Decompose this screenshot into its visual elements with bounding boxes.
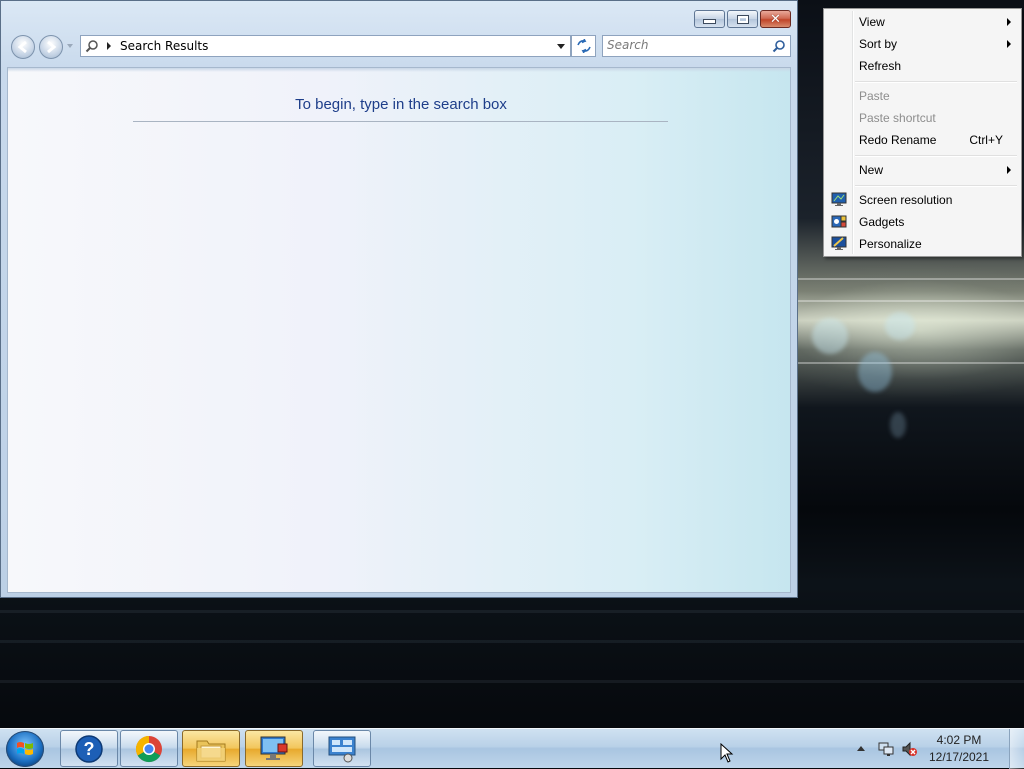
minimize-icon	[703, 19, 716, 24]
desktop-context-menu: View Sort by Refresh Paste Paste shortcu…	[823, 8, 1022, 257]
menu-separator	[855, 81, 1017, 83]
address-location[interactable]: Search Results	[120, 39, 208, 53]
wallpaper-streak	[790, 278, 1024, 280]
menu-item-gadgets[interactable]: Gadgets	[826, 211, 1019, 233]
menu-item-shortcut: Ctrl+Y	[969, 133, 1003, 147]
menu-item-label: Personalize	[859, 237, 922, 251]
search-input[interactable]	[607, 38, 767, 52]
submenu-arrow-icon	[1007, 166, 1011, 174]
wallpaper-band	[0, 640, 1024, 643]
explorer-window[interactable]: ✕ Search Results Search To begin, type i…	[0, 0, 798, 598]
menu-separator	[855, 155, 1017, 157]
svg-text:?: ?	[84, 739, 95, 759]
close-icon: ✕	[770, 11, 781, 27]
search-icon[interactable]	[772, 39, 786, 53]
maximize-icon	[736, 14, 749, 24]
wallpaper-streak	[790, 362, 1024, 364]
taskbar-google-chrome[interactable]	[120, 730, 178, 767]
menu-item-redo-rename[interactable]: Redo Rename Ctrl+Y	[826, 129, 1019, 151]
volume-muted-icon[interactable]	[901, 741, 917, 757]
menu-item-sort-by[interactable]: Sort by	[826, 33, 1019, 55]
wallpaper-bokeh	[812, 318, 848, 354]
search-hint: To begin, type in the search box	[295, 96, 507, 113]
close-button[interactable]: ✕	[760, 10, 791, 28]
title-bar[interactable]: ✕	[1, 1, 797, 33]
hint-divider	[133, 121, 668, 122]
menu-item-label: Refresh	[859, 59, 902, 73]
wallpaper-streak	[790, 300, 1024, 302]
search-results-icon	[85, 40, 98, 53]
taskbar-windows-explorer[interactable]	[182, 730, 240, 767]
wallpaper-bokeh	[858, 352, 892, 392]
address-history-dropdown[interactable]	[551, 36, 570, 56]
menu-item-view[interactable]: View	[826, 11, 1019, 33]
monitor-icon	[260, 736, 288, 760]
folder-icon	[196, 740, 226, 761]
clock-date: 12/17/2021	[928, 750, 990, 764]
system-clock[interactable]: 4:02 PM 12/17/2021	[926, 732, 992, 766]
gadgets-icon	[831, 215, 847, 228]
clock-time: 4:02 PM	[936, 733, 982, 747]
address-bar[interactable]: Search Results	[80, 35, 571, 57]
back-arrow-icon	[17, 40, 27, 54]
menu-item-paste-shortcut[interactable]: Paste shortcut	[826, 107, 1019, 129]
taskbar-remote-desktop[interactable]	[245, 730, 303, 767]
forward-arrow-icon	[47, 40, 57, 54]
menu-item-screen-resolution[interactable]: Screen resolution	[826, 189, 1019, 211]
taskbar-help-and-support[interactable]: ?	[60, 730, 118, 767]
personalize-icon	[831, 236, 847, 250]
menu-item-refresh[interactable]: Refresh	[826, 55, 1019, 77]
wallpaper-band	[0, 610, 1024, 613]
chrome-icon	[135, 735, 162, 762]
refresh-button[interactable]	[571, 35, 596, 57]
results-pane[interactable]: To begin, type in the search box	[7, 67, 791, 593]
menu-item-personalize[interactable]: Personalize	[826, 233, 1019, 255]
menu-item-label: New	[859, 163, 884, 177]
menu-item-label: Screen resolution	[859, 193, 953, 207]
control-panel-icon	[328, 736, 356, 762]
menu-item-label: Redo Rename	[859, 133, 937, 147]
taskbar[interactable]: ? 4:02 PM 12/17/2021	[0, 728, 1024, 769]
start-button[interactable]	[6, 731, 44, 767]
minimize-button[interactable]	[694, 10, 725, 28]
maximize-button[interactable]	[727, 10, 758, 28]
forward-button[interactable]	[39, 35, 63, 59]
wallpaper-bokeh	[890, 412, 906, 438]
recent-pages-dropdown[interactable]	[67, 44, 73, 48]
submenu-arrow-icon	[1007, 40, 1011, 48]
mouse-cursor-icon	[720, 743, 734, 763]
menu-item-label: Sort by	[859, 37, 898, 51]
help-icon: ?	[75, 734, 103, 763]
screen-resolution-icon	[831, 192, 847, 206]
menu-item-label: Gadgets	[859, 215, 905, 229]
search-box[interactable]	[602, 35, 791, 57]
windows-logo-icon	[17, 742, 33, 755]
network-icon[interactable]	[878, 741, 894, 757]
submenu-arrow-icon	[1007, 18, 1011, 26]
breadcrumb-chevron-icon[interactable]	[107, 42, 111, 50]
menu-item-new[interactable]: New	[826, 159, 1019, 181]
menu-item-label: View	[859, 15, 885, 29]
wallpaper-bokeh	[885, 312, 915, 340]
show-desktop-button[interactable]	[1009, 729, 1024, 769]
taskbar-control-panel[interactable]	[313, 730, 371, 767]
navigation-bar: Search Results	[1, 33, 797, 63]
pane-shadow	[8, 68, 790, 72]
show-hidden-icons-icon[interactable]	[857, 746, 865, 751]
back-button[interactable]	[11, 35, 35, 59]
notification-area: 4:02 PM 12/17/2021	[854, 729, 1024, 769]
menu-item-paste[interactable]: Paste	[826, 85, 1019, 107]
menu-separator	[855, 185, 1017, 187]
menu-item-label: Paste shortcut	[859, 111, 936, 125]
menu-item-label: Paste	[859, 89, 890, 103]
refresh-arrows-icon	[576, 39, 591, 53]
wallpaper-band	[0, 680, 1024, 683]
